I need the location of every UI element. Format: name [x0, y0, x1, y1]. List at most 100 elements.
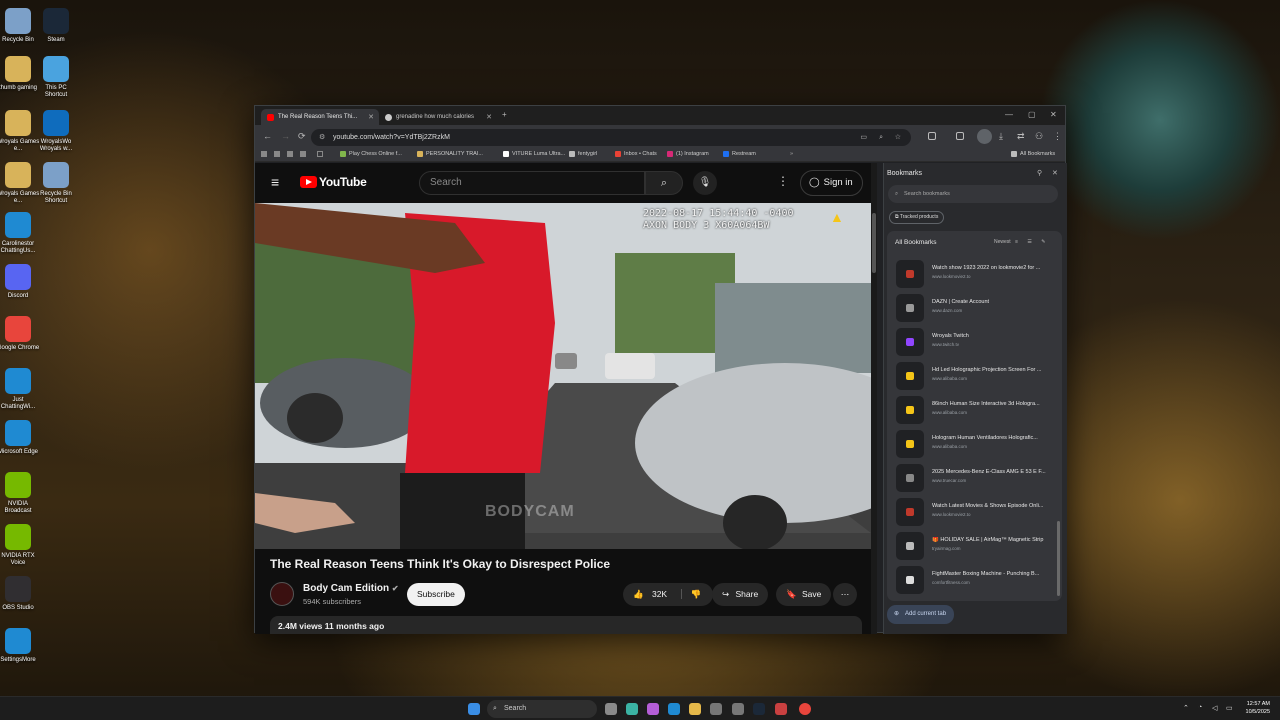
- extensions-icon[interactable]: [928, 132, 936, 140]
- tab-grenadine[interactable]: grenadine how much calories ✕: [379, 109, 497, 125]
- desktop-icon[interactable]: Steam: [34, 8, 78, 44]
- battery-icon[interactable]: ▭: [1226, 704, 1233, 712]
- like-button[interactable]: 👍 32K 👎: [623, 583, 714, 606]
- channel-avatar[interactable]: [270, 582, 294, 606]
- close-window-icon[interactable]: ✕: [1050, 110, 1057, 119]
- bookmark-item[interactable]: 2025 Mercedes-Benz E-Class AMG E 53 E F.…: [896, 463, 1056, 493]
- bookmark-item[interactable]: Wroyals Twitch www.twitch.tv: [896, 327, 1056, 357]
- volume-icon[interactable]: ◁: [1212, 704, 1217, 712]
- microphone-icon[interactable]: 🎙: [693, 171, 717, 195]
- desktop-icon[interactable]: WroyalsWo Wroyals w...: [34, 110, 78, 153]
- edge-icon[interactable]: [668, 703, 680, 715]
- cast-icon[interactable]: ▭: [860, 129, 867, 146]
- share-button[interactable]: ↪ Share: [712, 583, 769, 606]
- page-scrollbar[interactable]: [871, 163, 877, 634]
- save-button[interactable]: 🔖 Save: [776, 583, 832, 606]
- bookmark-item[interactable]: Watch Latest Movies & Shows Episode Onli…: [896, 497, 1056, 527]
- desktop-icon[interactable]: OBS Studio: [0, 576, 40, 612]
- desktop-icon[interactable]: Recycle Bin Shortcut: [34, 162, 78, 205]
- all-bookmarks-folder[interactable]: All Bookmarks: [1011, 151, 1055, 157]
- side-panel-icon[interactable]: [956, 132, 964, 140]
- minimize-icon[interactable]: —: [1005, 110, 1013, 119]
- desktop-icon[interactable]: NVIDIA RTX Voice: [0, 524, 40, 567]
- bookmark-item[interactable]: FightMaster Boxing Machine - Punching B.…: [896, 565, 1056, 595]
- taskbar-search[interactable]: ⌕ Search: [487, 700, 597, 718]
- bookmark-item[interactable]: 🎁 HOLIDAY SALE | AirMag™ Magnetic Strip t…: [896, 531, 1056, 561]
- desktop-icon[interactable]: SettingsMore: [0, 628, 40, 664]
- close-tab-icon[interactable]: ✕: [486, 113, 492, 121]
- desktop-icon[interactable]: Microsoft Edge: [0, 420, 40, 456]
- shortcut-icon[interactable]: [274, 151, 280, 157]
- hamburger-menu-icon[interactable]: ≡: [271, 174, 279, 190]
- bookmarks-panel-toggle[interactable]: [977, 129, 992, 144]
- clock[interactable]: 12:57 AM 10/5/2025: [1246, 700, 1270, 716]
- more-options-icon[interactable]: ⋮: [777, 174, 789, 188]
- download-icon[interactable]: ⤓: [999, 131, 1003, 142]
- panel-scrollbar-thumb[interactable]: [1057, 521, 1060, 596]
- new-tab-button[interactable]: +: [502, 110, 507, 119]
- more-actions-button[interactable]: ⋯: [833, 583, 857, 606]
- reload-icon[interactable]: ⟳: [298, 131, 306, 142]
- youtube-search-input[interactable]: Search: [419, 171, 645, 195]
- shortcut-icon[interactable]: [300, 151, 306, 157]
- maximize-icon[interactable]: ▢: [1028, 110, 1036, 119]
- desktop-icon[interactable]: Google Chrome: [0, 316, 40, 352]
- bookmark-item[interactable]: Watch show 1923 2022 on lookmovie2 for .…: [896, 259, 1056, 289]
- profile-icon[interactable]: ⚇: [1035, 131, 1043, 142]
- bookmark-bar-item[interactable]: (1) Instagram: [667, 151, 709, 157]
- forward-icon[interactable]: →: [281, 131, 290, 141]
- app-icon[interactable]: [710, 703, 722, 715]
- copilot-icon[interactable]: [647, 703, 659, 715]
- more-bookmarks-icon[interactable]: »: [790, 151, 793, 157]
- bookmark-bar-item[interactable]: fentygirl: [569, 151, 597, 157]
- menu-icon[interactable]: ⋮: [1053, 131, 1062, 142]
- tray-overflow-icon[interactable]: ⌃: [1183, 704, 1189, 712]
- video-player[interactable]: 2022-08-17 15:44:40 -0400 AXON BODY 3 X6…: [255, 203, 871, 549]
- media-controls-icon[interactable]: ⇄: [1017, 131, 1025, 142]
- bookmark-bar-item[interactable]: VITURE Luma Ultra...: [503, 151, 565, 157]
- grid-icon[interactable]: [317, 151, 323, 157]
- settings-icon[interactable]: [732, 703, 744, 715]
- desktop-icon[interactable]: This PC Shortcut: [34, 56, 78, 99]
- headset-app-icon[interactable]: [626, 703, 638, 715]
- tracked-products-chip[interactable]: ⧉ Tracked products: [889, 211, 945, 224]
- back-icon[interactable]: ←: [263, 131, 272, 141]
- description-box[interactable]: 2.4M views 11 months ago: [270, 616, 862, 634]
- edit-icon[interactable]: ✎: [1041, 239, 1045, 245]
- close-panel-icon[interactable]: ✕: [1052, 169, 1058, 177]
- channel-name[interactable]: Body Cam Edition ✔: [303, 583, 399, 594]
- tab-youtube[interactable]: The Real Reason Teens Thi... ✕: [261, 109, 379, 125]
- desktop-icon[interactable]: Discord: [0, 264, 40, 300]
- bookmark-item[interactable]: DAZN | Create Account www.dazn.com: [896, 293, 1056, 323]
- bookmark-bar-item[interactable]: Inbox • Chats: [615, 151, 657, 157]
- pin-icon[interactable]: ⚲: [1037, 169, 1042, 177]
- sign-in-button[interactable]: ◯ Sign in: [800, 170, 863, 196]
- steam-icon[interactable]: [753, 703, 765, 715]
- address-bar[interactable]: ⚙ youtube.com/watch?v=YdTBj2ZRzkM ▭ ⌕ ☆: [311, 129, 911, 146]
- apps-icon[interactable]: [261, 151, 267, 157]
- shortcut-icon[interactable]: [287, 151, 293, 157]
- chrome-icon[interactable]: [799, 703, 811, 715]
- scrollbar-thumb[interactable]: [872, 213, 876, 273]
- view-list-icon[interactable]: ☰: [1027, 239, 1031, 245]
- bookmarks-search-input[interactable]: ⌕ Search bookmarks: [888, 185, 1058, 203]
- desktop-icon[interactable]: NVIDIA Broadcast: [0, 472, 40, 515]
- wifi-icon[interactable]: ◔: [1198, 704, 1202, 711]
- desktop-icon[interactable]: Just ChattingWi...: [0, 368, 40, 411]
- site-info-icon[interactable]: ⚙: [319, 129, 325, 146]
- bookmark-item[interactable]: 86inch Human Size Interactive 3d Hologra…: [896, 395, 1056, 425]
- bookmark-bar-item[interactable]: PERSONALITY TRAI...: [417, 151, 483, 157]
- thumbs-down-icon[interactable]: 👎: [681, 589, 702, 599]
- close-tab-icon[interactable]: ✕: [368, 113, 374, 121]
- start-icon[interactable]: [468, 703, 480, 715]
- bookmark-bar-item[interactable]: Restream: [723, 151, 756, 157]
- bookmark-item[interactable]: Hd Led Holographic Projection Screen For…: [896, 361, 1056, 391]
- bookmark-bar-item[interactable]: Play Chess Online f...: [340, 151, 402, 157]
- sort-control[interactable]: Newest ≡ ☰ ✎: [994, 239, 1045, 245]
- bookmark-star-icon[interactable]: ☆: [895, 129, 901, 146]
- add-current-tab-button[interactable]: ⊕ Add current tab: [887, 605, 955, 624]
- desktop-icon[interactable]: Carolinestor ChattingUs...: [0, 212, 40, 255]
- bookmark-item[interactable]: Hologram Human Ventiladores Holografic..…: [896, 429, 1056, 459]
- zoom-icon[interactable]: ⌕: [879, 129, 883, 146]
- youtube-logo[interactable]: YouTube: [300, 175, 367, 189]
